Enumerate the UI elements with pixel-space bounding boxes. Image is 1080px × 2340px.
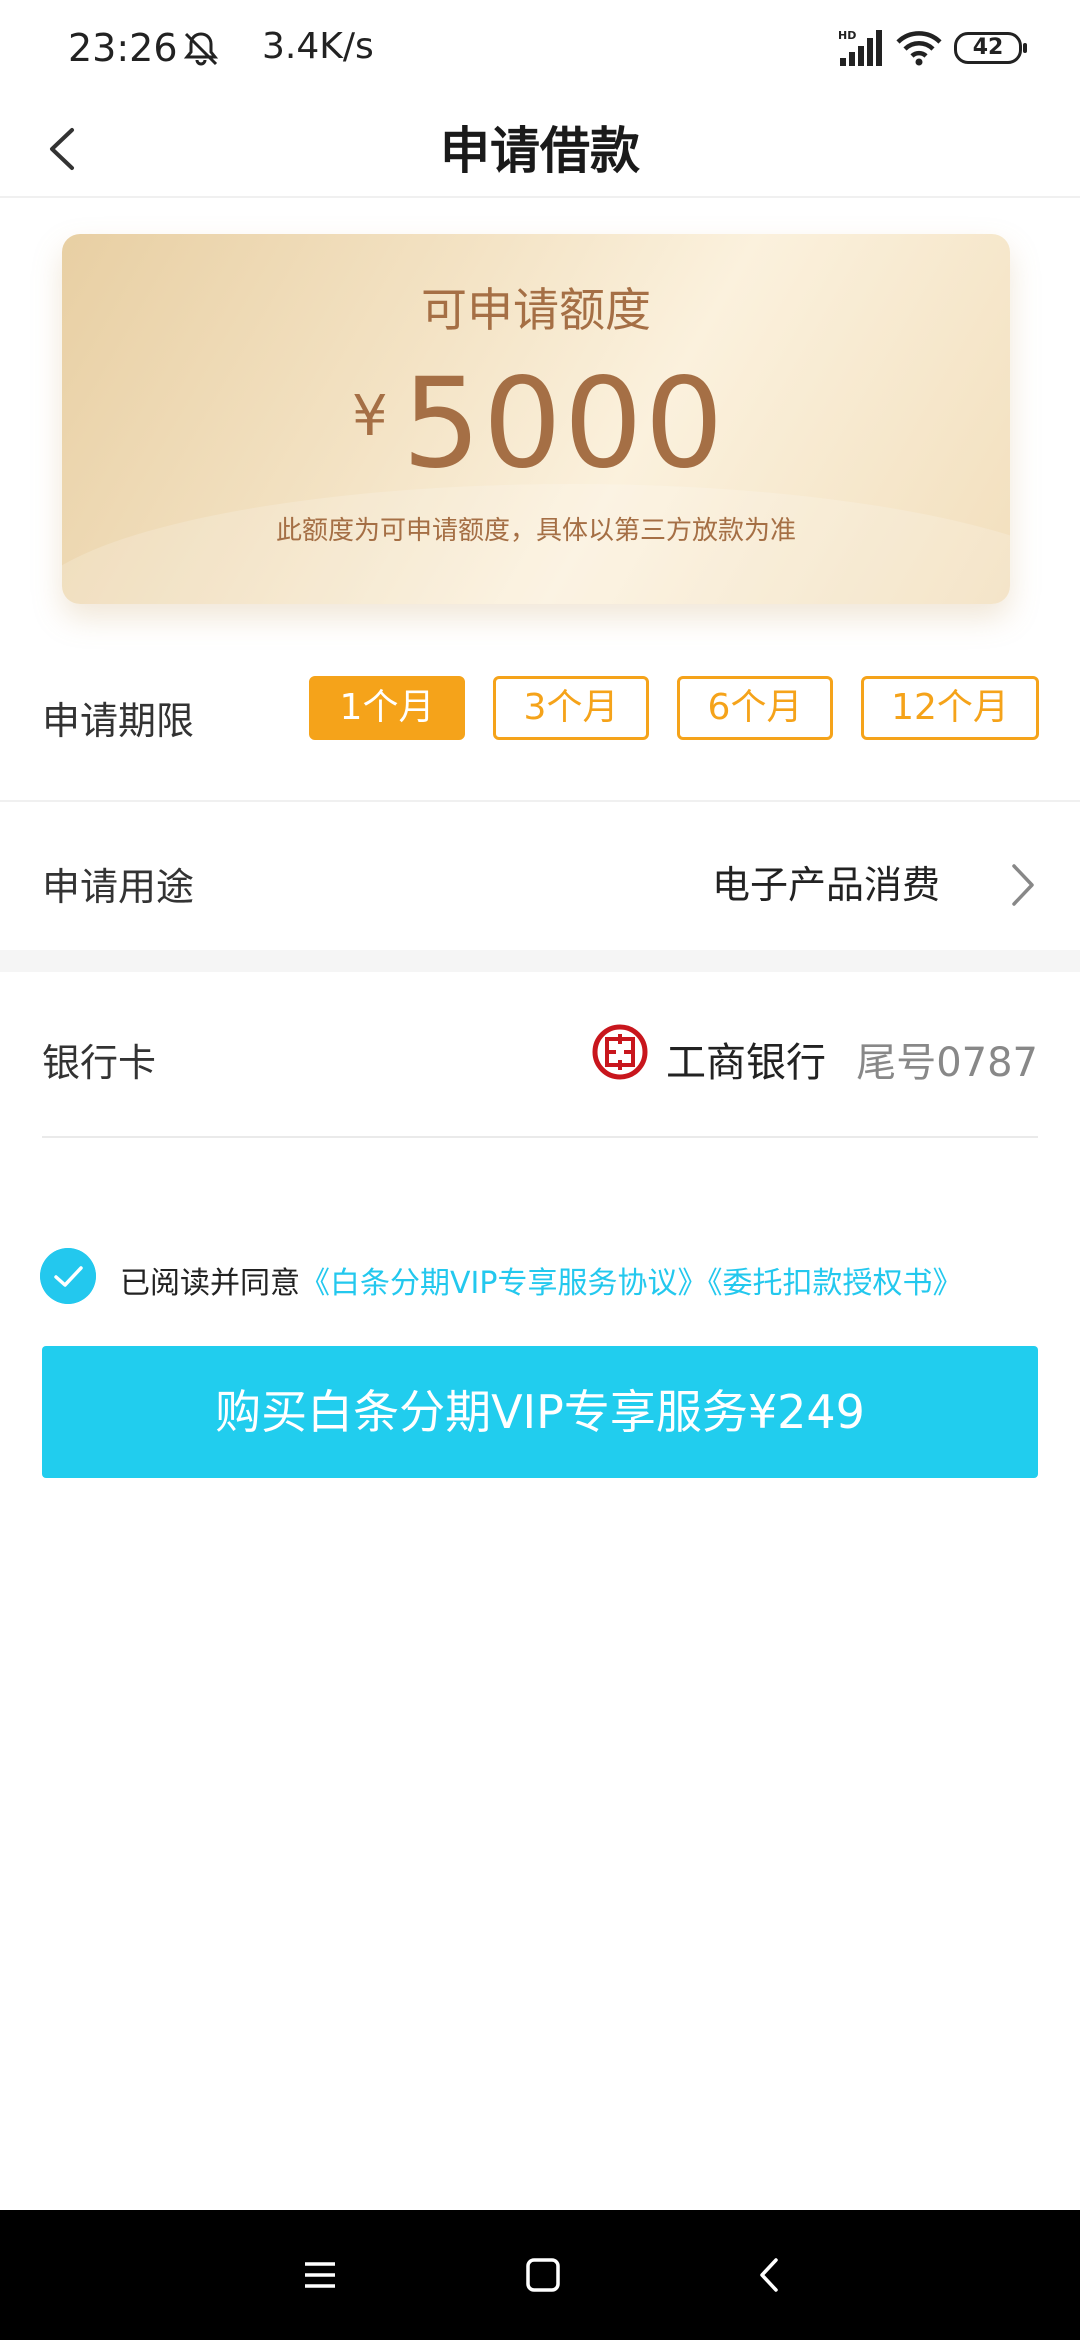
credit-limit-card: 可申请额度 ¥ 5000 此额度为可申请额度，具体以第三方放款为准 bbox=[62, 234, 1010, 604]
home-icon[interactable] bbox=[518, 2250, 568, 2300]
agreement-row: 已阅读并同意《白条分期VIP专享服务协议》《委托扣款授权书》 bbox=[40, 1246, 1050, 1306]
svg-text:HD: HD bbox=[838, 29, 856, 42]
agreement-prefix: 已阅读并同意 bbox=[120, 1266, 300, 1301]
term-option-6-month[interactable]: 6个月 bbox=[677, 676, 833, 740]
term-option-3-month[interactable]: 3个月 bbox=[493, 676, 649, 740]
term-option-1-month[interactable]: 1个月 bbox=[309, 676, 465, 740]
page-title: 申请借款 bbox=[440, 122, 640, 180]
purpose-label: 申请用途 bbox=[42, 865, 195, 909]
section-divider bbox=[0, 950, 1080, 972]
status-time: 23:26 bbox=[68, 26, 178, 70]
purpose-value: 电子产品消费 bbox=[711, 863, 940, 907]
buy-vip-service-button[interactable]: 购买白条分期VIP专享服务¥249 bbox=[42, 1346, 1038, 1478]
menu-icon[interactable] bbox=[295, 2250, 345, 2300]
term-label: 申请期限 bbox=[42, 699, 195, 743]
credit-note: 此额度为可申请额度，具体以第三方放款为准 bbox=[275, 516, 796, 546]
bank-card-tail: 尾号0787 bbox=[856, 1040, 1038, 1086]
status-bar: 23:26 3.4K/s HD 42 bbox=[0, 0, 1080, 100]
currency-symbol: ¥ bbox=[352, 384, 388, 449]
wifi-icon bbox=[896, 31, 942, 66]
debit-authorization-link[interactable]: 《委托扣款授权书》 bbox=[707, 1266, 962, 1301]
credit-limit-label: 可申请额度 bbox=[421, 283, 651, 337]
bell-off-icon bbox=[183, 32, 219, 66]
term-row: 申请期限 1个月 3个月 6个月 12个月 bbox=[0, 640, 1080, 802]
agreement-checkbox[interactable] bbox=[40, 1248, 96, 1304]
icbc-logo-icon bbox=[592, 1024, 648, 1080]
term-option-12-month[interactable]: 12个月 bbox=[861, 676, 1039, 740]
nav-bar: 申请借款 bbox=[0, 100, 1080, 198]
hd-signal-icon: HD bbox=[838, 29, 882, 66]
bank-card-label: 银行卡 bbox=[42, 1041, 157, 1085]
credit-amount: 5000 bbox=[402, 352, 726, 496]
back-nav-icon[interactable] bbox=[746, 2250, 796, 2300]
vip-service-agreement-link[interactable]: 《白条分期VIP专享服务协议》 bbox=[300, 1266, 707, 1301]
bank-name: 工商银行 bbox=[666, 1040, 826, 1086]
chevron-right-icon bbox=[1012, 864, 1034, 906]
agreement-text: 已阅读并同意《白条分期VIP专享服务协议》《委托扣款授权书》 bbox=[120, 1258, 962, 1302]
battery-icon: 42 bbox=[954, 32, 1027, 64]
system-nav-bar bbox=[0, 2210, 1080, 2340]
purpose-row[interactable]: 申请用途 电子产品消费 bbox=[0, 802, 1080, 950]
network-speed: 3.4K/s bbox=[262, 26, 374, 67]
bank-card-row[interactable]: 银行卡 工商银行 尾号0787 bbox=[42, 972, 1038, 1138]
back-button[interactable] bbox=[30, 114, 100, 184]
